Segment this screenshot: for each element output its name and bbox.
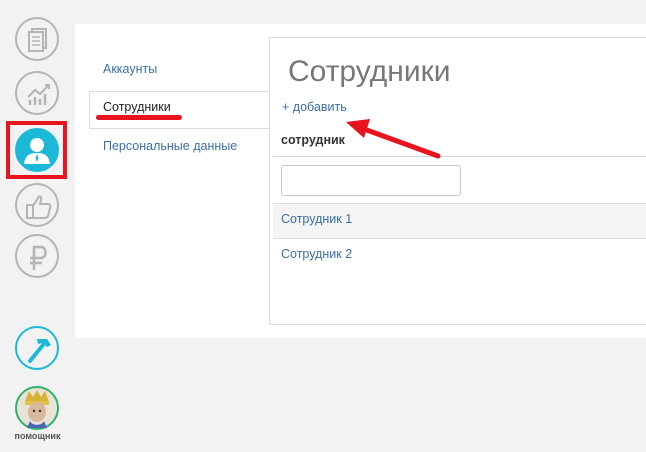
helper-avatar-icon[interactable]: [15, 386, 59, 430]
annotation-underline: [96, 115, 182, 120]
header-divider: [273, 156, 646, 157]
employee-link[interactable]: Сотрудник 2: [281, 247, 352, 261]
ruble-icon[interactable]: [15, 234, 59, 278]
helper-label: помощник: [14, 431, 61, 441]
thumbs-up-icon[interactable]: [15, 183, 59, 227]
user-icon[interactable]: [15, 128, 59, 172]
table-row[interactable]: Сотрудник 1: [273, 203, 646, 239]
hammer-icon[interactable]: [15, 326, 59, 370]
column-header-employee: сотрудник: [281, 133, 345, 147]
employee-link[interactable]: Сотрудник 1: [281, 212, 352, 226]
subnav-item-employees-label[interactable]: Сотрудники: [103, 100, 171, 114]
table-row[interactable]: Сотрудник 2: [273, 239, 646, 275]
chart-growth-icon[interactable]: [15, 71, 59, 115]
subnav-item-accounts[interactable]: Аккаунты: [103, 62, 157, 76]
employee-filter-input[interactable]: [281, 165, 461, 196]
page-title: Сотрудники: [288, 55, 451, 88]
icon-sidebar: помощник: [0, 0, 75, 452]
add-employee-link[interactable]: + добавить: [282, 100, 347, 114]
documents-icon[interactable]: [15, 17, 59, 61]
subnav-item-personal-data[interactable]: Персональные данные: [103, 139, 237, 153]
